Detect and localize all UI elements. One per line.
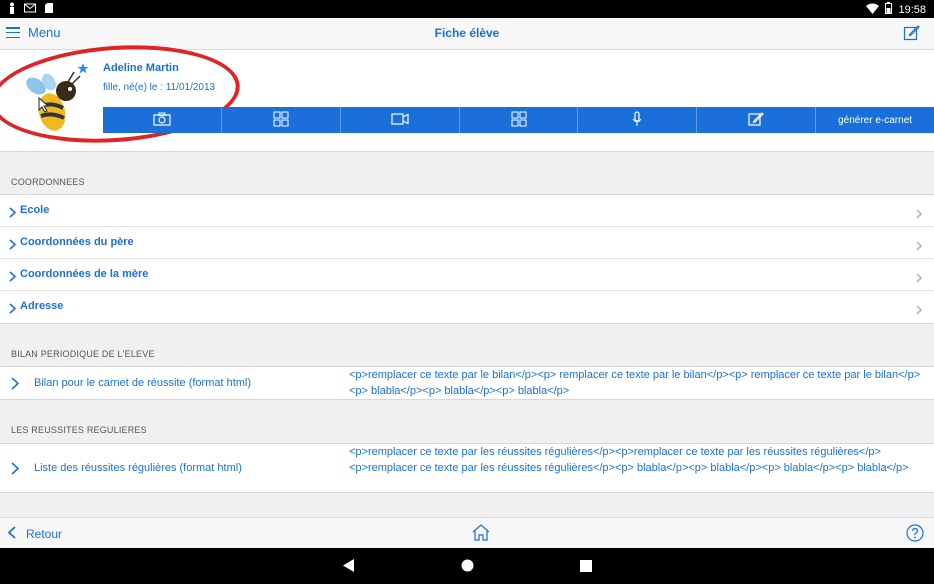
back-label: Retour	[26, 527, 63, 541]
sd-card-icon	[44, 2, 54, 17]
section-title-reussites: LES REUSSITES REGULIERES	[11, 425, 147, 435]
media-toolbar: générer e-carnet	[103, 107, 934, 133]
video-gallery-button[interactable]	[460, 107, 579, 133]
audio-button[interactable]	[578, 107, 698, 133]
list-item-label: Coordonnées du père	[20, 236, 134, 248]
reussites-label: Liste des réussites régulières (format h…	[34, 462, 242, 474]
app-navbar: Menu Fiche élève	[0, 18, 934, 50]
battery-icon	[885, 2, 893, 17]
generate-ecarnet-button[interactable]: générer e-carnet	[816, 107, 934, 133]
section-title-bilan: BILAN PERIODIQUE DE L'ELEVE	[11, 349, 155, 359]
android-recents-icon[interactable]	[580, 559, 592, 577]
chevron-left-icon	[7, 526, 16, 542]
disclosure-chevron-icon	[916, 270, 922, 288]
bottom-toolbar: Retour	[0, 517, 934, 548]
help-icon[interactable]	[906, 524, 924, 547]
person-icon	[8, 2, 16, 17]
android-back-icon[interactable]	[343, 559, 355, 577]
wifi-icon	[866, 3, 880, 17]
chevron-right-icon	[9, 301, 17, 319]
chevron-right-icon	[11, 377, 20, 395]
list-item-label: Ecole	[20, 204, 50, 216]
photo-button[interactable]	[103, 107, 222, 133]
reussites-html-item[interactable]: Liste des réussites régulières (format h…	[0, 444, 934, 492]
bee-avatar[interactable]	[22, 63, 92, 134]
bilan-value: <p>remplacer ce texte par le bilan</p><p…	[349, 369, 921, 397]
section-title-coordonnees: COORDONNEES	[11, 177, 85, 187]
video-button[interactable]	[341, 107, 460, 133]
page-title: Fiche élève	[434, 26, 500, 40]
compose-icon[interactable]	[903, 24, 920, 46]
chevron-right-icon	[9, 205, 17, 223]
back-button[interactable]: Retour	[7, 526, 63, 542]
list-item-label: Adresse	[20, 300, 64, 312]
edit-icon	[748, 111, 764, 130]
disclosure-chevron-icon	[916, 302, 922, 320]
gallery-button[interactable]	[222, 107, 341, 133]
mail-icon	[24, 2, 36, 17]
reussites-value: <p>remplacer ce texte par les réussites …	[349, 446, 909, 474]
grid-icon	[273, 111, 289, 130]
camera-icon	[153, 112, 171, 129]
bilan-list: Bilan pour le carnet de réussite (format…	[0, 366, 934, 400]
reussites-list: Liste des réussites régulières (format h…	[0, 443, 934, 493]
list-item-label: Coordonnées de la mère	[20, 268, 149, 280]
generate-ecarnet-label: générer e-carnet	[838, 114, 913, 126]
microphone-icon	[632, 110, 642, 130]
student-birth-info: fille, né(e) le : 11/01/2013	[103, 82, 216, 93]
home-icon[interactable]	[472, 524, 490, 546]
list-item-coordonnees-pere[interactable]: Coordonnées du père	[0, 227, 934, 259]
status-bar: 19:58	[0, 0, 934, 18]
chevron-right-icon	[11, 462, 20, 480]
video-icon	[391, 112, 409, 128]
android-navbar	[0, 548, 934, 584]
status-time: 19:58	[898, 3, 926, 16]
note-button[interactable]	[697, 107, 817, 133]
disclosure-chevron-icon	[916, 238, 922, 256]
disclosure-chevron-icon	[916, 206, 922, 224]
chevron-right-icon	[9, 269, 17, 287]
bilan-html-item[interactable]: Bilan pour le carnet de réussite (format…	[0, 367, 934, 399]
grid-icon	[511, 111, 527, 130]
student-name: Adeline Martin	[103, 62, 179, 74]
list-item-ecole[interactable]: Ecole	[0, 195, 934, 227]
coordonnees-list: Ecole Coordonnées du père Coordonnées de…	[0, 194, 934, 324]
list-item-adresse[interactable]: Adresse	[0, 291, 934, 323]
student-header: Adeline Martin fille, né(e) le : 11/01/2…	[0, 37, 934, 152]
list-item-coordonnees-mere[interactable]: Coordonnées de la mère	[0, 259, 934, 291]
bilan-label: Bilan pour le carnet de réussite (format…	[34, 377, 252, 389]
chevron-right-icon	[9, 237, 17, 255]
android-home-icon[interactable]	[461, 559, 474, 577]
